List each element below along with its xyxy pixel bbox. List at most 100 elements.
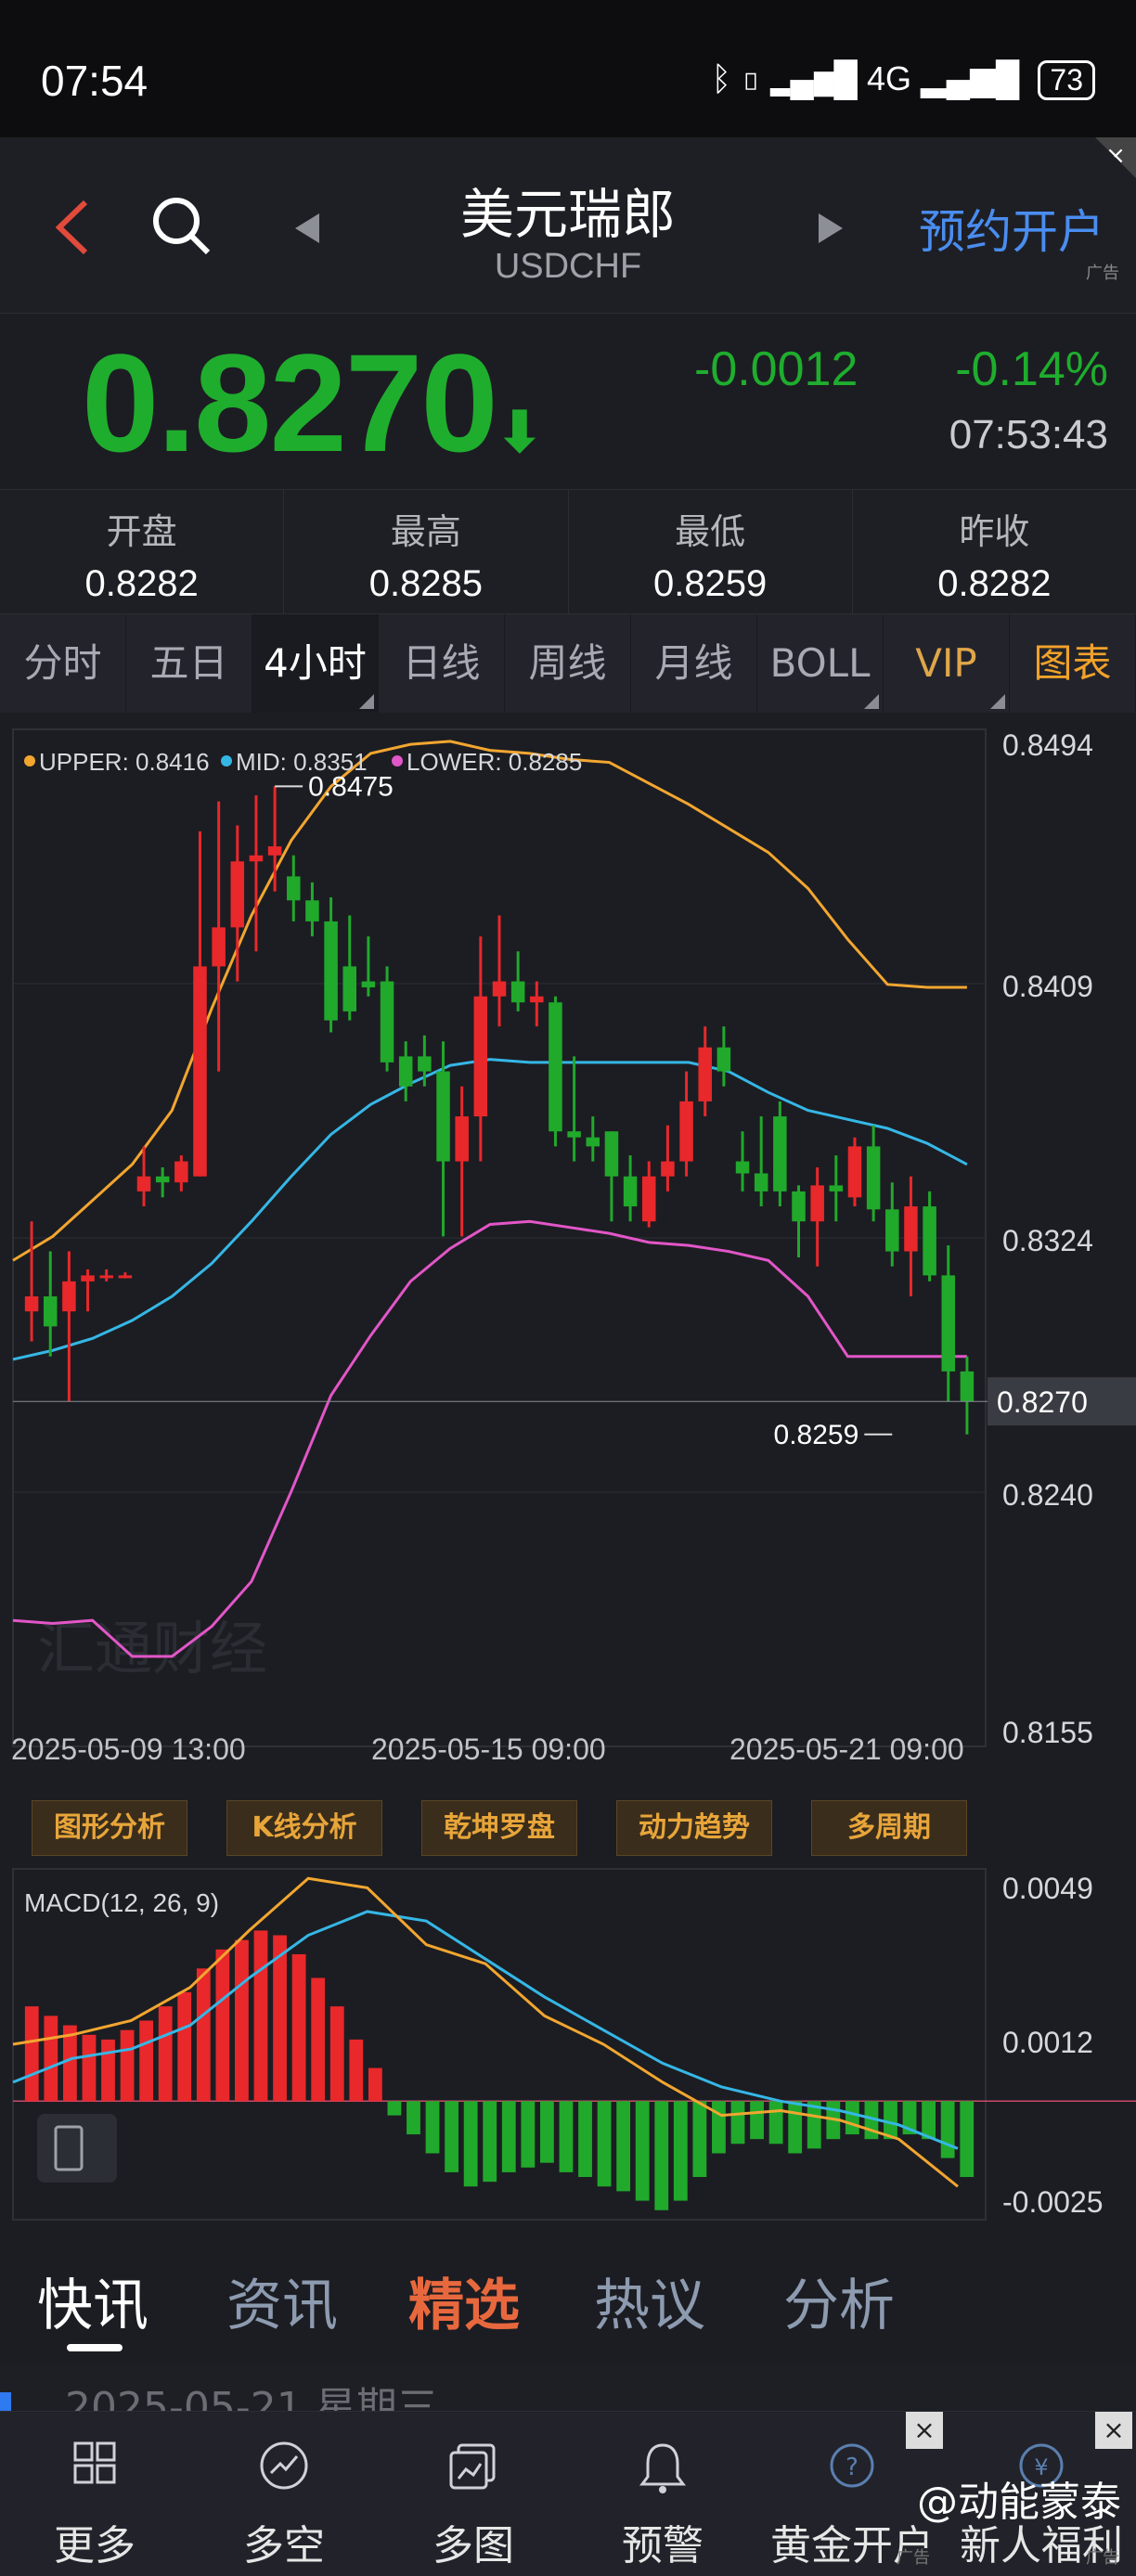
tab-label: 4小时 xyxy=(264,640,367,686)
candle-body xyxy=(885,1209,899,1252)
tab-intraday[interactable]: 分时 xyxy=(0,614,126,713)
news-tab-discuss[interactable]: 热议 xyxy=(594,2260,705,2341)
candle-body xyxy=(567,1131,581,1138)
candle-body xyxy=(24,1296,39,1312)
stat-label: 最低 xyxy=(675,511,746,552)
news-tab-analysis[interactable]: 分析 xyxy=(783,2260,895,2341)
nav-more[interactable]: 更多 xyxy=(0,2412,189,2576)
quote-panel: 0.8270⬇ -0.0012 -0.14% 07:53:43 xyxy=(0,314,1136,490)
macd-histogram-bar xyxy=(120,2029,135,2102)
active-tab-indicator xyxy=(67,2344,123,2351)
macd-histogram-bar xyxy=(673,2101,688,2201)
legend-dot xyxy=(392,755,403,766)
tab-five-day[interactable]: 五日 xyxy=(126,614,252,713)
candle-body xyxy=(866,1146,881,1210)
y-tick-label: 0.8324 xyxy=(1002,1224,1093,1257)
stats-bar: 开盘 0.8282 最高 0.8285 最低 0.8259 昨收 0.8282 xyxy=(0,490,1136,614)
macd-histogram-bar xyxy=(196,1968,211,2102)
tool-pattern-analysis[interactable]: 图形分析 xyxy=(32,1800,187,1856)
macd-histogram-bar xyxy=(712,2101,726,2154)
candle-body xyxy=(174,1161,188,1183)
candle-body xyxy=(716,1047,731,1072)
tab-boll[interactable]: BOLL xyxy=(757,614,884,713)
candle-body xyxy=(99,1275,113,1279)
next-symbol-icon[interactable] xyxy=(815,210,846,247)
nav-label: 多空 xyxy=(243,2522,325,2570)
tab-monthly[interactable]: 月线 xyxy=(631,614,757,713)
tool-momentum[interactable]: 动力趋势 xyxy=(616,1800,772,1856)
macd-histogram-bar xyxy=(407,2101,420,2135)
down-arrow-icon: ⬇ xyxy=(496,401,543,463)
price-change: -0.0012 xyxy=(694,342,858,396)
candle-body xyxy=(941,1275,956,1372)
macd-histogram-bar xyxy=(349,2039,364,2102)
analysis-tools: 图形分析 K线分析 乾坤罗盘 动力趋势 多周期 xyxy=(0,1761,1136,1863)
tool-compass[interactable]: 乾坤罗盘 xyxy=(421,1800,577,1856)
candle-body xyxy=(492,981,507,997)
quote-time: 07:53:43 xyxy=(949,412,1108,457)
legend-dot xyxy=(221,755,232,766)
svg-text:?: ? xyxy=(846,2454,858,2481)
tab-label: BOLL xyxy=(769,640,871,686)
nav-label: 多图 xyxy=(432,2522,514,2570)
y-tick-label: 0.8240 xyxy=(1002,1478,1093,1512)
battery-icon: 73 xyxy=(1038,60,1095,100)
nav-multi-chart[interactable]: 多图 xyxy=(379,2412,568,2576)
macd-title: MACD(12, 26, 9) xyxy=(24,1888,219,1917)
macd-y-tick-label: 0.0012 xyxy=(1002,2026,1093,2059)
nav-label: 预警 xyxy=(622,2522,704,2570)
macd-histogram-bar xyxy=(597,2101,612,2187)
nav-long-short[interactable]: 多空 xyxy=(189,2412,379,2576)
stat-prev-close: 昨收 0.8282 xyxy=(853,490,1136,613)
vibrate-icon: ▯ xyxy=(741,59,761,97)
tool-kline-analysis[interactable]: K线分析 xyxy=(226,1800,382,1856)
candle-body xyxy=(155,1176,170,1183)
close-icon[interactable]: × xyxy=(1095,2412,1132,2449)
macd-chart[interactable]: MACD(12, 26, 9) 0.0049 0.0012 -0.0025 xyxy=(0,1863,1136,2225)
macd-histogram-bar xyxy=(24,2006,39,2102)
news-tab-flash[interactable]: 快讯 xyxy=(37,2260,148,2341)
signal-icon-2: ▂▄▆█ xyxy=(921,59,1020,97)
tab-daily[interactable]: 日线 xyxy=(379,614,505,713)
bluetooth-icon: ᛒ xyxy=(711,59,732,97)
macd-histogram-bar xyxy=(845,2101,859,2135)
tab-label: VIP xyxy=(915,640,977,686)
macd-histogram-bar xyxy=(311,1977,326,2102)
macd-histogram-bar xyxy=(730,2101,745,2145)
tab-vip[interactable]: VIP xyxy=(884,614,1010,713)
macd-histogram-bar xyxy=(940,2101,955,2158)
period-tabs: 分时 五日 4小时 日线 周线 月线 BOLL VIP 图表 xyxy=(0,614,1136,713)
candle-body xyxy=(510,981,525,1003)
news-tab-selected[interactable]: 精选 xyxy=(408,2260,520,2341)
nav-alert[interactable]: 预警 xyxy=(568,2412,757,2576)
ad-label: 广告 xyxy=(1086,2548,1119,2568)
open-account-button[interactable]: 预约开户 xyxy=(919,195,1104,262)
macd-histogram-bar xyxy=(158,2006,173,2102)
status-icons: ᛒ ▯ ▂▄▆█ 4G ▂▄▆█ 73 xyxy=(711,59,1095,100)
tool-multi-period[interactable]: 多周期 xyxy=(811,1800,967,1856)
candle-body xyxy=(43,1296,58,1327)
macd-histogram-bar xyxy=(368,2067,382,2102)
macd-histogram-bar xyxy=(82,2034,97,2102)
news-date: 2025-05-21 星期三 xyxy=(65,2384,438,2411)
candle-body xyxy=(287,876,301,901)
news-tab-info[interactable]: 资讯 xyxy=(226,2260,338,2341)
macd-histogram-bar xyxy=(44,2016,58,2102)
tab-4h[interactable]: 4小时 xyxy=(252,614,379,713)
candle-body xyxy=(960,1371,975,1402)
candle-body xyxy=(380,981,394,1063)
tab-weekly[interactable]: 周线 xyxy=(505,614,631,713)
low-label: 0.8259 xyxy=(774,1420,859,1450)
macd-histogram-bar xyxy=(884,2101,897,2140)
candle-body xyxy=(904,1206,918,1252)
candle-body xyxy=(773,1116,787,1191)
tab-chart-type[interactable]: 图表 xyxy=(1010,614,1136,713)
candle-body xyxy=(324,921,338,1021)
close-icon[interactable]: × xyxy=(906,2412,943,2449)
watermark: @动能蒙泰 xyxy=(917,2479,1121,2526)
candle-body xyxy=(361,981,376,988)
candlestick-chart[interactable]: 0.8494 0.8409 0.8324 0.8240 0.8155 汇通财经 0.8270… xyxy=(0,713,1136,1761)
candle-body xyxy=(623,1176,638,1207)
macd-histogram-bar xyxy=(578,2101,592,2178)
price-change-percent: -0.14% xyxy=(955,342,1108,396)
